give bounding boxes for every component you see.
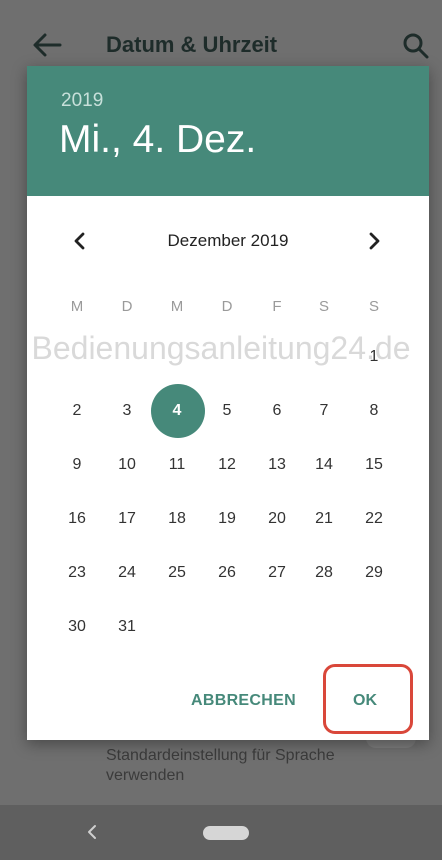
calendar-day[interactable]: 6: [257, 402, 297, 420]
cancel-button[interactable]: ABBRECHEN: [191, 692, 296, 710]
calendar-day[interactable]: 29: [354, 564, 394, 582]
calendar-day[interactable]: 18: [157, 510, 197, 528]
weekday-header: D: [121, 298, 133, 315]
calendar-day[interactable]: 8: [354, 402, 394, 420]
system-nav-bar: [0, 805, 442, 860]
weekday-header: D: [221, 298, 233, 315]
arrow-left-icon[interactable]: [30, 28, 64, 62]
month-navigation: Dezember 2019: [27, 226, 429, 256]
header-date[interactable]: Mi., 4. Dez.: [59, 118, 256, 162]
calendar-day[interactable]: 7: [304, 402, 344, 420]
calendar-day[interactable]: 9: [57, 456, 97, 474]
calendar-day[interactable]: 15: [354, 456, 394, 474]
calendar-day[interactable]: 16: [57, 510, 97, 528]
calendar-day[interactable]: 20: [257, 510, 297, 528]
dialog-header: 2019 Mi., 4. Dez.: [27, 66, 429, 196]
calendar-day[interactable]: 5: [207, 402, 247, 420]
nav-back-icon[interactable]: [82, 822, 102, 842]
calendar-day[interactable]: 1: [354, 348, 394, 366]
calendar-day[interactable]: 14: [304, 456, 344, 474]
calendar-day[interactable]: 12: [207, 456, 247, 474]
weekday-header: F: [272, 298, 282, 315]
weekday-header: S: [318, 298, 329, 315]
calendar-day[interactable]: 23: [57, 564, 97, 582]
header-year[interactable]: 2019: [61, 90, 103, 112]
calendar-day[interactable]: 17: [107, 510, 147, 528]
calendar-day[interactable]: 2: [57, 402, 97, 420]
calendar-day[interactable]: 24: [107, 564, 147, 582]
weekday-header: M: [70, 298, 84, 315]
chevron-right-icon[interactable]: [363, 230, 385, 252]
calendar-day[interactable]: 11: [157, 456, 197, 474]
nav-home-pill-icon[interactable]: [203, 826, 249, 840]
calendar-day[interactable]: 3: [107, 402, 147, 420]
calendar-day[interactable]: 13: [257, 456, 297, 474]
calendar-day[interactable]: 19: [207, 510, 247, 528]
calendar-day[interactable]: 31: [107, 618, 147, 636]
ok-button[interactable]: OK: [353, 692, 377, 710]
setting-subtitle: Standardeinstellung für Sprache verwende…: [106, 747, 335, 784]
calendar-day[interactable]: 26: [207, 564, 247, 582]
calendar-day[interactable]: 30: [57, 618, 97, 636]
calendar-day-selected[interactable]: 4: [157, 402, 197, 420]
search-icon[interactable]: [402, 32, 430, 60]
calendar-day[interactable]: 28: [304, 564, 344, 582]
date-picker-dialog: 2019 Mi., 4. Dez. Dezember 2019 M D M D …: [27, 66, 429, 740]
calendar-day[interactable]: 22: [354, 510, 394, 528]
weekday-header: S: [368, 298, 379, 315]
calendar-day[interactable]: 10: [107, 456, 147, 474]
calendar-day[interactable]: 27: [257, 564, 297, 582]
weekday-header: M: [170, 298, 184, 315]
page-title: Datum & Uhrzeit: [106, 32, 278, 57]
calendar-day[interactable]: 21: [304, 510, 344, 528]
calendar-day[interactable]: 25: [157, 564, 197, 582]
